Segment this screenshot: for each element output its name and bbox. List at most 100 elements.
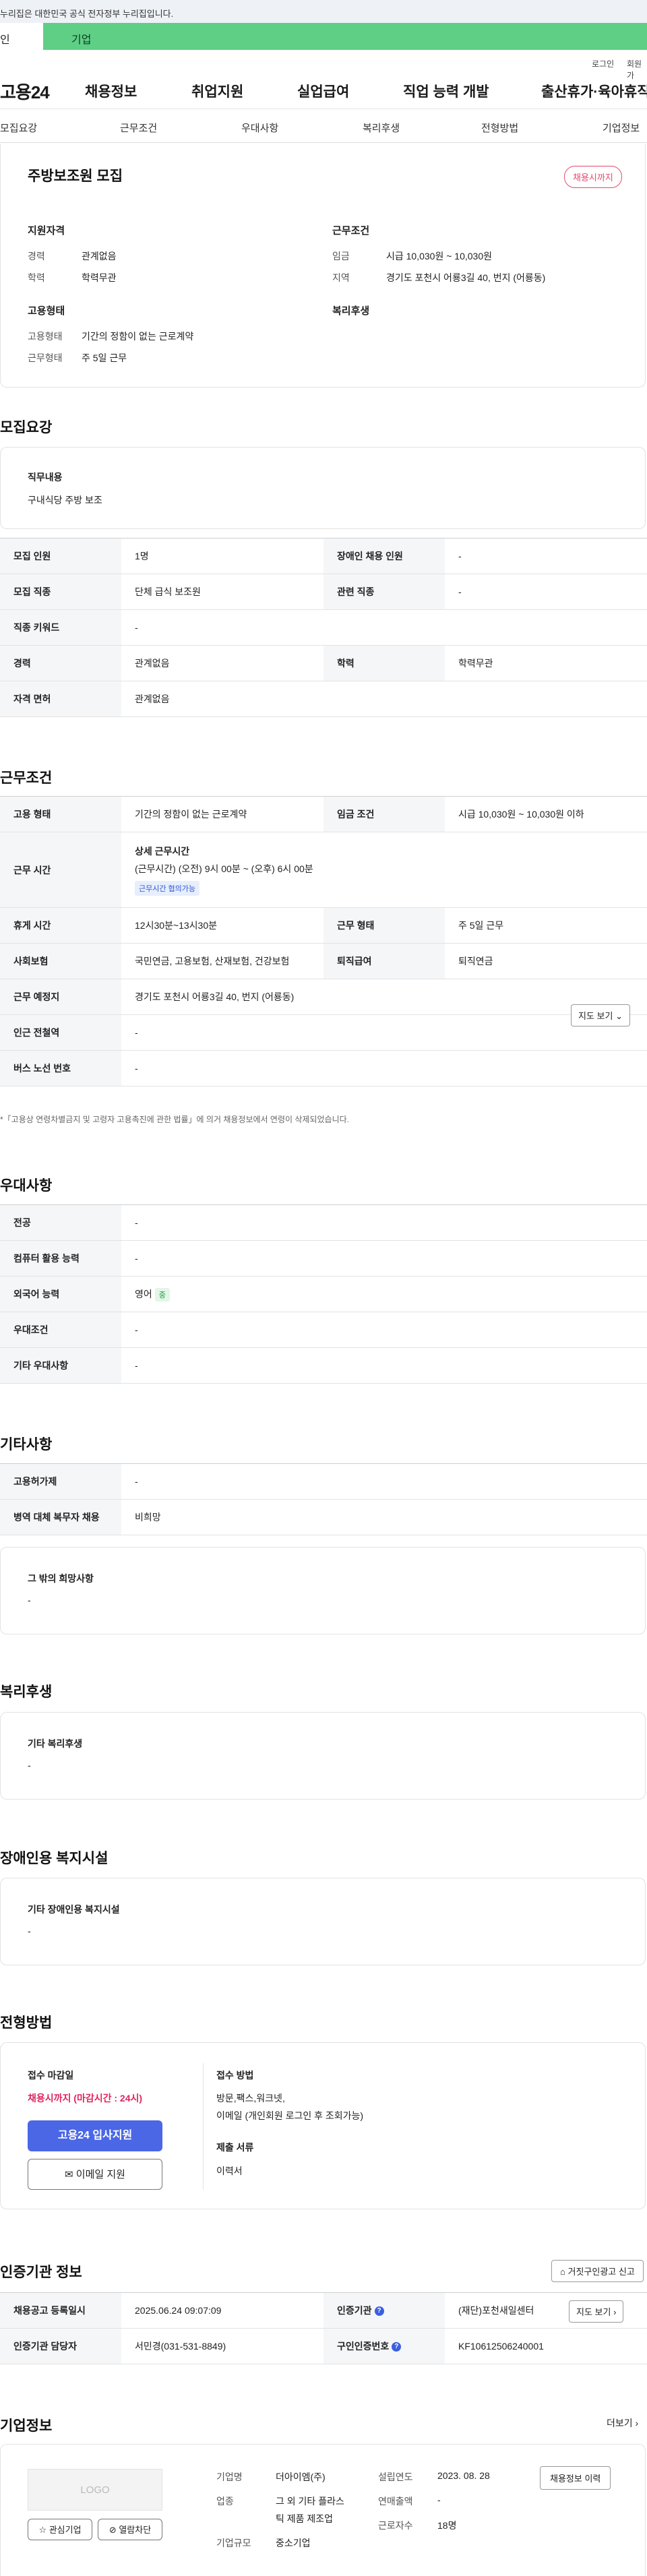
row-kw-label: 직종 키워드 [0, 609, 121, 646]
gnb-item-support[interactable]: 취업지원 [191, 81, 243, 101]
docs-label: 제출 서류 [216, 2142, 254, 2153]
tab-company[interactable]: 기업 [43, 23, 647, 50]
work-ins-label: 사회보험 [0, 943, 121, 979]
info-icon[interactable]: ? [392, 2342, 402, 2352]
benefit-card: 기타 복리후생 - [0, 1712, 646, 1800]
age-note-text: 「고용상 연령차별금지 및 고령자 고용촉진에 관한 법률」에 의거 채용정보에… [3, 1115, 349, 1124]
tab-person[interactable]: 인 [0, 23, 43, 50]
work-map-button[interactable]: 지도 보기 ⌄ [571, 1004, 630, 1026]
work-shift: 주 5일 근무 [445, 907, 647, 944]
deadline-value: 채용시까지 (마감시간 : 24시) [28, 2093, 143, 2104]
facility-title: 기타 장애인용 복지시설 [28, 1904, 120, 1915]
company-size: 중소기업 [276, 2538, 311, 2548]
fav-company-label: 관심기업 [49, 2525, 82, 2535]
company-logo: LOGO [28, 2469, 162, 2511]
company-more-link[interactable]: 더보기 › [607, 2416, 638, 2430]
work-type: 기간의 정함이 없는 근로계약 [121, 796, 324, 832]
agency-map-button[interactable]: 지도 보기 › [569, 2300, 624, 2323]
wish-card: 그 밖의 희망사항 - [0, 1547, 646, 1634]
process-card: 접수 마감일 채용시까지 (마감시간 : 24시) 고용24 입사지원 ✉ 이메… [0, 2042, 646, 2209]
other-hire-label: 고용허가제 [0, 1463, 121, 1500]
info-icon[interactable]: ? [374, 2306, 384, 2317]
emp-type-label: 고용형태 [28, 331, 63, 342]
work-wage-label: 임금 조건 [324, 796, 445, 832]
pref-etc-label: 기타 우대사항 [0, 1347, 121, 1384]
duty-value: 구내식당 주방 보조 [28, 495, 102, 505]
block-icon: ⊘ [109, 2525, 117, 2535]
qual-edu: 학력무관 [82, 272, 117, 283]
work-station-label: 인근 전철역 [0, 1014, 121, 1051]
row-license: 관계없음 [121, 681, 647, 717]
row-edu-label: 학력 [324, 645, 445, 681]
section-title-work: 근무조건 [0, 770, 53, 786]
row-disabled: - [445, 538, 647, 574]
work-shift-label: 근무 형태 [324, 907, 445, 944]
section-tabs: 모집요강 근무조건 우대사항 복리후생 전형방법 기업정보 [0, 109, 647, 143]
wish-value: - [28, 1595, 31, 1605]
chevron-right-icon: › [635, 2418, 639, 2428]
pref-cond: - [121, 1312, 647, 1348]
block-company-label: 열람차단 [119, 2525, 152, 2535]
gnb-item-training[interactable]: 직업 능력 개발 [403, 81, 489, 101]
other-mil: 비희망 [121, 1499, 647, 1535]
tab-work[interactable]: 근무조건 [120, 121, 157, 135]
row-count-label: 모집 인원 [0, 538, 121, 574]
report-button[interactable]: ⌂ 거짓구인광고 신고 [551, 2260, 644, 2282]
site-logo[interactable]: 고용24 [0, 79, 50, 104]
row-career-label: 경력 [0, 645, 121, 681]
work-type-label: 고용 형태 [0, 796, 121, 832]
work-ins: 국민연금, 고용보험, 산재보험, 건강보험 [121, 943, 324, 979]
agency-num-label: 구인인증번호 [337, 2341, 390, 2352]
work-bus: - [121, 1050, 647, 1086]
section-title-facility: 장애인용 복지시설 [0, 1851, 109, 1866]
company-found: 2023. 08. 28 [437, 2470, 490, 2481]
agency-reg-label: 채용공고 등록일시 [0, 2292, 121, 2329]
agency-reg: 2025.06.24 09:07:09 [121, 2292, 324, 2329]
work-place: 경기도 포천시 어룡3길 40, 번지 (어룡동) [121, 979, 647, 1015]
company-sales-label: 연매출액 [378, 2496, 413, 2507]
tab-welfare[interactable]: 복리후생 [363, 121, 400, 135]
gnb-item-leave[interactable]: 출산휴가·육아휴직 [541, 81, 647, 101]
fav-company-button[interactable]: ☆ 관심기업 [28, 2519, 92, 2540]
recruit-table: 모집 인원 1명 장애인 채용 인원 - 모집 직종 단체 급식 보조원 관련 직종 - 직… [0, 538, 647, 717]
mail-icon: ✉ [65, 2169, 73, 2180]
pref-etc: - [121, 1347, 647, 1384]
agency-map-label: 지도 보기 [576, 2307, 611, 2317]
tab-company-info[interactable]: 기업정보 [603, 121, 640, 135]
block-company-button[interactable]: ⊘ 열람차단 [98, 2519, 162, 2540]
email-apply-button[interactable]: ✉ 이메일 지원 [28, 2159, 162, 2190]
section-title-company: 기업정보 [0, 2418, 53, 2434]
cond-wage-label: 임금 [332, 251, 350, 262]
work-time-label: 근무 시간 [0, 832, 121, 908]
work-table: 고용 형태 기간의 정함이 없는 근로계약 임금 조건 시급 10,030원 ~ 10… [0, 796, 647, 1086]
apply-button[interactable]: 고용24 입사지원 [28, 2120, 162, 2151]
qual-career-label: 경력 [28, 251, 45, 262]
agency-mgr: 서민경(031-531-8849) [121, 2328, 324, 2364]
pref-pc-label: 컴퓨터 활용 능력 [0, 1240, 121, 1277]
deadline-label: 접수 마감일 [28, 2070, 74, 2081]
work-ret-label: 퇴직급여 [324, 943, 445, 979]
work-break: 12시30분~13시30분 [121, 907, 324, 944]
tab-recruit[interactable]: 모집요강 [0, 121, 37, 135]
facility-card: 기타 장애인용 복지시설 - [0, 1878, 646, 1965]
tab-process[interactable]: 전형방법 [481, 121, 518, 135]
login-link[interactable]: 로그인 [592, 58, 614, 69]
section-title-agency: 인증기관 정보 [0, 2265, 82, 2280]
gnb-item-jobs[interactable]: 채용정보 [85, 81, 137, 101]
work-station: - [121, 1014, 647, 1051]
work-break-label: 휴게 시간 [0, 907, 121, 944]
agency-num-label-cell: 구인인증번호? [324, 2328, 445, 2364]
gnb-item-benefit[interactable]: 실업급여 [297, 81, 349, 101]
company-history-button[interactable]: 채용정보 이력 [540, 2466, 611, 2490]
tab-pref[interactable]: 우대사항 [241, 121, 278, 135]
other-mil-label: 병역 대체 복무자 채용 [0, 1499, 121, 1535]
gov-banner: 누리집은 대한민국 공식 전자정부 누리집입니다. [0, 0, 647, 23]
deadline-badge: 채용시까지 [564, 166, 622, 188]
pref-lang-cell: 영어 중 [121, 1276, 647, 1312]
work-time-detail: (근무시간) (오전) 9시 00분 ~ (오후) 6시 00분 [135, 863, 313, 874]
chevron-right-icon: › [613, 2307, 617, 2317]
company-emp-label: 근로자수 [378, 2520, 413, 2531]
section-title-process: 전형방법 [0, 2015, 53, 2031]
row-count: 1명 [121, 538, 324, 574]
row-kw: - [121, 609, 647, 646]
